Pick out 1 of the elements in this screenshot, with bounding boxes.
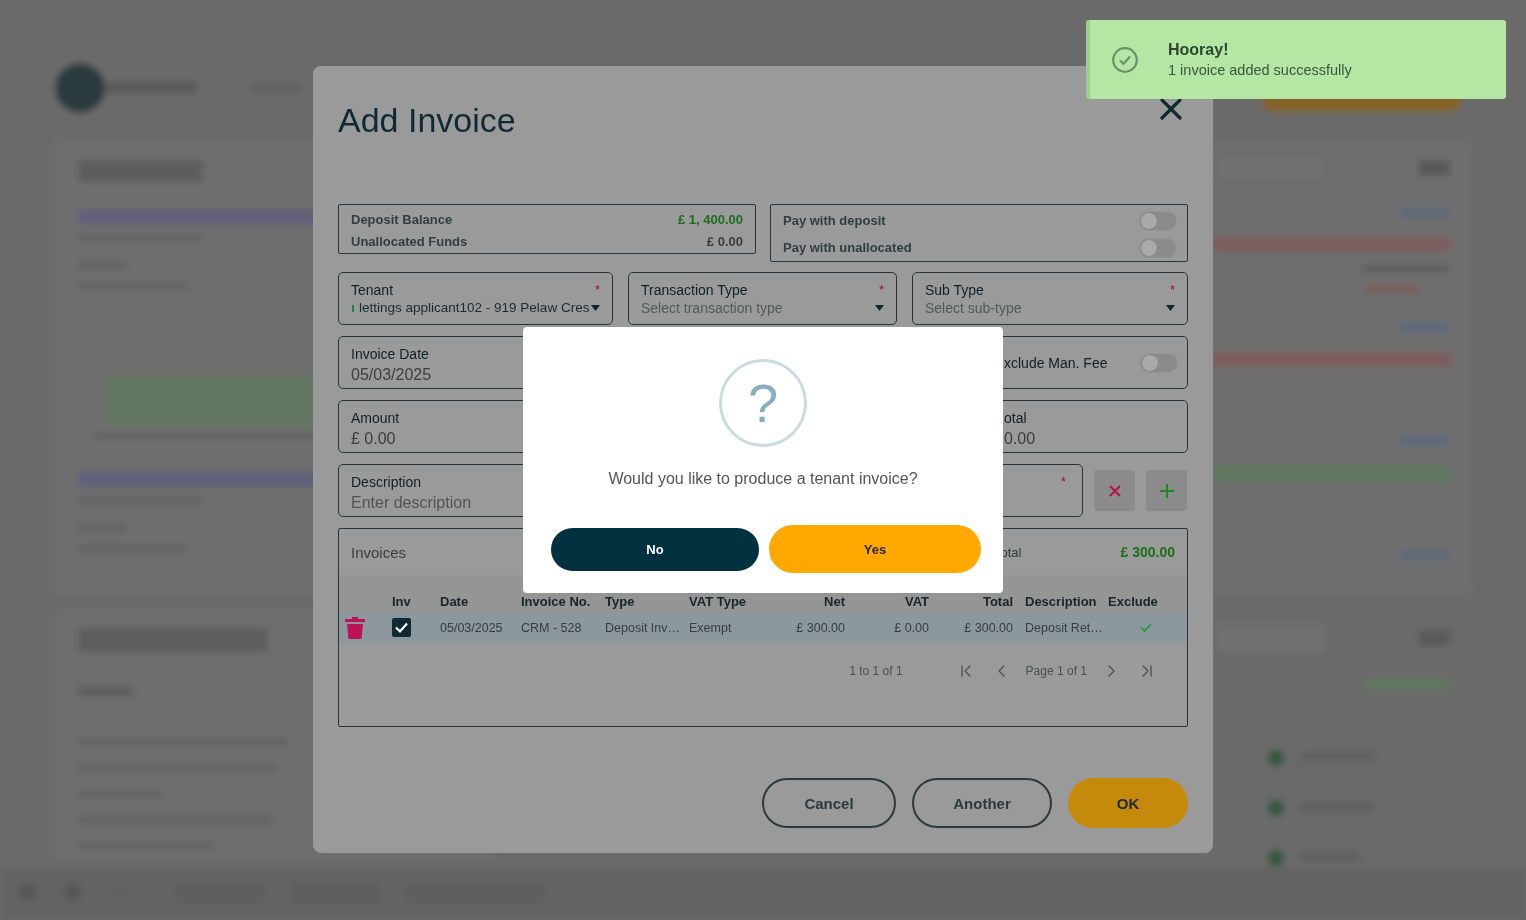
toast-title: Hooray!: [1168, 40, 1229, 60]
